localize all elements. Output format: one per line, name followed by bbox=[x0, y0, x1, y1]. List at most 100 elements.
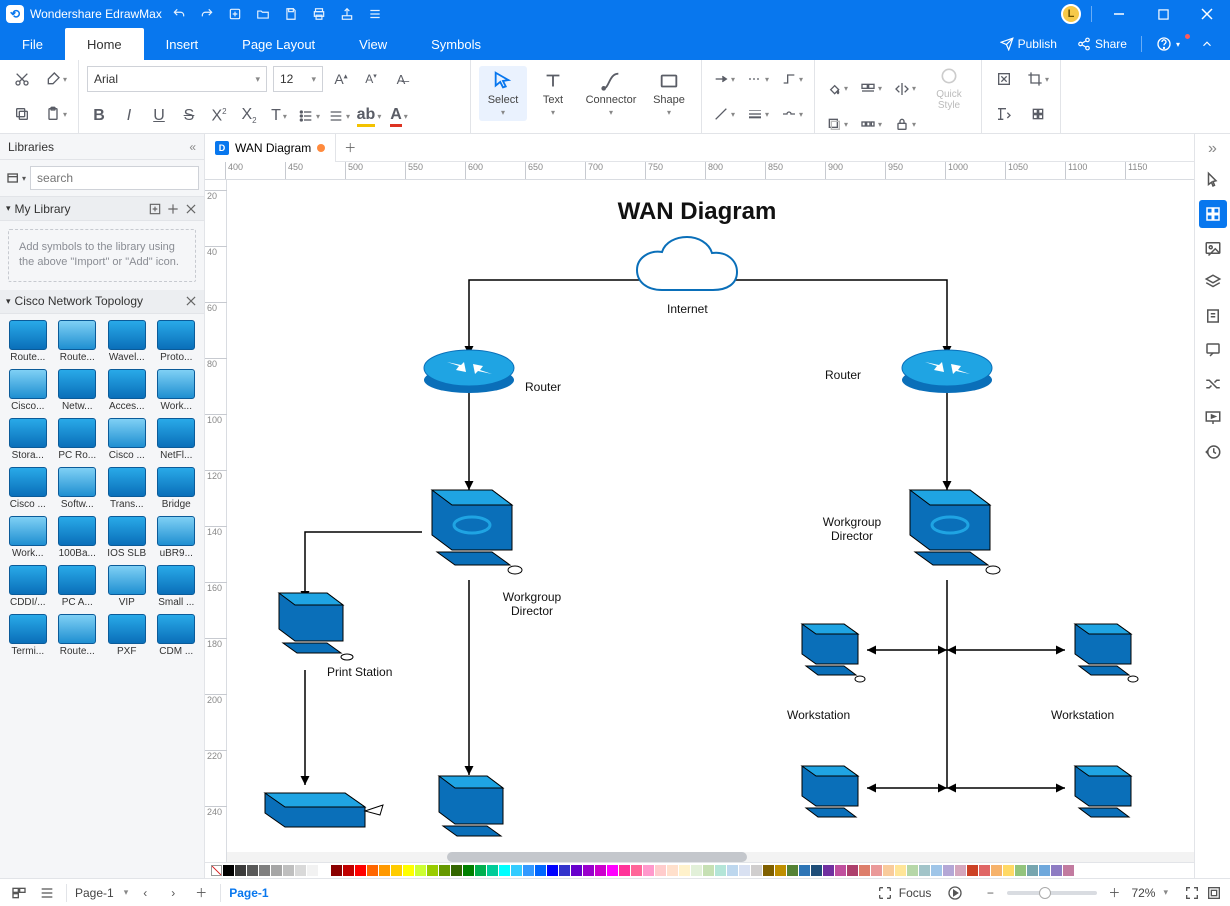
color-swatch[interactable] bbox=[607, 865, 618, 876]
menu-page-layout[interactable]: Page Layout bbox=[220, 28, 337, 60]
library-item[interactable]: Bridge bbox=[153, 465, 201, 512]
color-swatch[interactable] bbox=[295, 865, 306, 876]
presentation-panel-button[interactable] bbox=[1199, 404, 1227, 432]
library-item[interactable]: PC Ro... bbox=[54, 416, 102, 463]
minimize-button[interactable] bbox=[1102, 0, 1136, 28]
collapse-ribbon-button[interactable] bbox=[1194, 37, 1220, 51]
import-icon[interactable] bbox=[148, 202, 162, 216]
fullscreen-icon[interactable] bbox=[1184, 885, 1200, 901]
node-bottom-pc[interactable] bbox=[427, 768, 517, 843]
help-button[interactable]: ▾ bbox=[1150, 36, 1186, 52]
menu-insert[interactable]: Insert bbox=[144, 28, 221, 60]
crop-button[interactable]: ▾ bbox=[1024, 66, 1052, 92]
color-swatch[interactable] bbox=[1015, 865, 1026, 876]
library-item[interactable]: Route... bbox=[4, 318, 52, 365]
color-swatch[interactable] bbox=[247, 865, 258, 876]
play-icon[interactable] bbox=[947, 885, 963, 901]
doc-tab[interactable]: D WAN Diagram bbox=[205, 134, 336, 162]
library-item[interactable]: Stora... bbox=[4, 416, 52, 463]
library-item[interactable]: CDM ... bbox=[153, 612, 201, 659]
color-swatch[interactable] bbox=[391, 865, 402, 876]
quick-style-button[interactable]: Quick Style bbox=[925, 66, 973, 111]
color-swatch[interactable] bbox=[259, 865, 270, 876]
color-swatch[interactable] bbox=[727, 865, 738, 876]
color-swatch[interactable] bbox=[667, 865, 678, 876]
line-route-button[interactable]: ▾ bbox=[778, 66, 806, 92]
clear-format-button[interactable]: A̶ bbox=[389, 68, 413, 90]
node-print[interactable] bbox=[267, 585, 357, 665]
collapse-right-icon[interactable]: » bbox=[1208, 140, 1217, 160]
export-icon[interactable] bbox=[340, 7, 354, 21]
page-selector[interactable]: Page-1 bbox=[75, 886, 114, 900]
library-item[interactable]: Cisco... bbox=[4, 367, 52, 414]
line-color-button[interactable]: ▾ bbox=[710, 101, 738, 127]
library-item[interactable]: Route... bbox=[54, 318, 102, 365]
library-item[interactable]: NetFl... bbox=[153, 416, 201, 463]
current-page-label[interactable]: Page-1 bbox=[229, 886, 268, 900]
color-swatch[interactable] bbox=[631, 865, 642, 876]
node-wg-left[interactable] bbox=[417, 480, 527, 580]
color-swatch[interactable] bbox=[655, 865, 666, 876]
color-swatch[interactable] bbox=[859, 865, 870, 876]
library-item[interactable]: VIP bbox=[103, 563, 151, 610]
page-viewport[interactable]: WAN Diagram bbox=[227, 180, 1194, 862]
user-avatar[interactable]: L bbox=[1061, 4, 1081, 24]
close-topology-icon[interactable] bbox=[184, 294, 198, 308]
color-swatch[interactable] bbox=[499, 865, 510, 876]
no-fill-swatch[interactable] bbox=[211, 865, 222, 876]
library-item[interactable]: Netw... bbox=[54, 367, 102, 414]
color-swatch[interactable] bbox=[559, 865, 570, 876]
decrease-font-button[interactable]: A▾ bbox=[359, 68, 383, 90]
node-router-right[interactable] bbox=[900, 340, 995, 395]
color-swatch[interactable] bbox=[511, 865, 522, 876]
color-swatch[interactable] bbox=[1039, 865, 1050, 876]
color-swatch[interactable] bbox=[571, 865, 582, 876]
format-painter-button[interactable]: ▾ bbox=[42, 66, 70, 92]
color-swatch[interactable] bbox=[931, 865, 942, 876]
image-panel-button[interactable] bbox=[1199, 234, 1227, 262]
connector-tool[interactable]: Connector▾ bbox=[579, 66, 643, 121]
menu-file[interactable]: File bbox=[0, 28, 65, 60]
library-item[interactable]: Wavel... bbox=[103, 318, 151, 365]
library-item[interactable]: Termi... bbox=[4, 612, 52, 659]
node-ws3[interactable] bbox=[792, 760, 872, 830]
highlight-button[interactable]: ab▾ bbox=[357, 105, 381, 127]
library-item[interactable]: Cisco ... bbox=[103, 416, 151, 463]
color-swatch[interactable] bbox=[379, 865, 390, 876]
color-swatch[interactable] bbox=[763, 865, 774, 876]
next-page-button[interactable]: › bbox=[162, 882, 184, 904]
color-swatch[interactable] bbox=[415, 865, 426, 876]
color-swatch[interactable] bbox=[331, 865, 342, 876]
color-swatch[interactable] bbox=[871, 865, 882, 876]
italic-button[interactable]: I bbox=[117, 105, 141, 127]
color-swatch[interactable] bbox=[619, 865, 630, 876]
font-family-selector[interactable]: Arial▾ bbox=[87, 66, 267, 92]
fit-page-button[interactable] bbox=[990, 66, 1018, 92]
color-swatch[interactable] bbox=[1063, 865, 1074, 876]
zoom-slider[interactable] bbox=[1007, 891, 1097, 895]
color-swatch[interactable] bbox=[739, 865, 750, 876]
color-swatch[interactable] bbox=[751, 865, 762, 876]
color-swatch[interactable] bbox=[775, 865, 786, 876]
color-swatch[interactable] bbox=[979, 865, 990, 876]
cut-button[interactable] bbox=[8, 66, 36, 92]
library-item[interactable]: Trans... bbox=[103, 465, 151, 512]
library-item[interactable]: 100Ba... bbox=[54, 514, 102, 561]
color-swatch[interactable] bbox=[907, 865, 918, 876]
color-swatch[interactable] bbox=[595, 865, 606, 876]
color-swatch[interactable] bbox=[643, 865, 654, 876]
color-swatch[interactable] bbox=[523, 865, 534, 876]
library-item[interactable]: Acces... bbox=[103, 367, 151, 414]
my-library-section[interactable]: ▾My Library bbox=[0, 197, 204, 221]
outline-panel-button[interactable] bbox=[1199, 302, 1227, 330]
open-icon[interactable] bbox=[256, 7, 270, 21]
publish-button[interactable]: Publish bbox=[994, 37, 1063, 51]
color-swatch[interactable] bbox=[535, 865, 546, 876]
color-swatch[interactable] bbox=[703, 865, 714, 876]
print-icon[interactable] bbox=[312, 7, 326, 21]
color-swatch[interactable] bbox=[679, 865, 690, 876]
color-swatch[interactable] bbox=[343, 865, 354, 876]
library-item[interactable]: Small ... bbox=[153, 563, 201, 610]
horizontal-scrollbar[interactable] bbox=[227, 852, 1194, 862]
add-page-button[interactable]: ＋ bbox=[190, 882, 212, 904]
